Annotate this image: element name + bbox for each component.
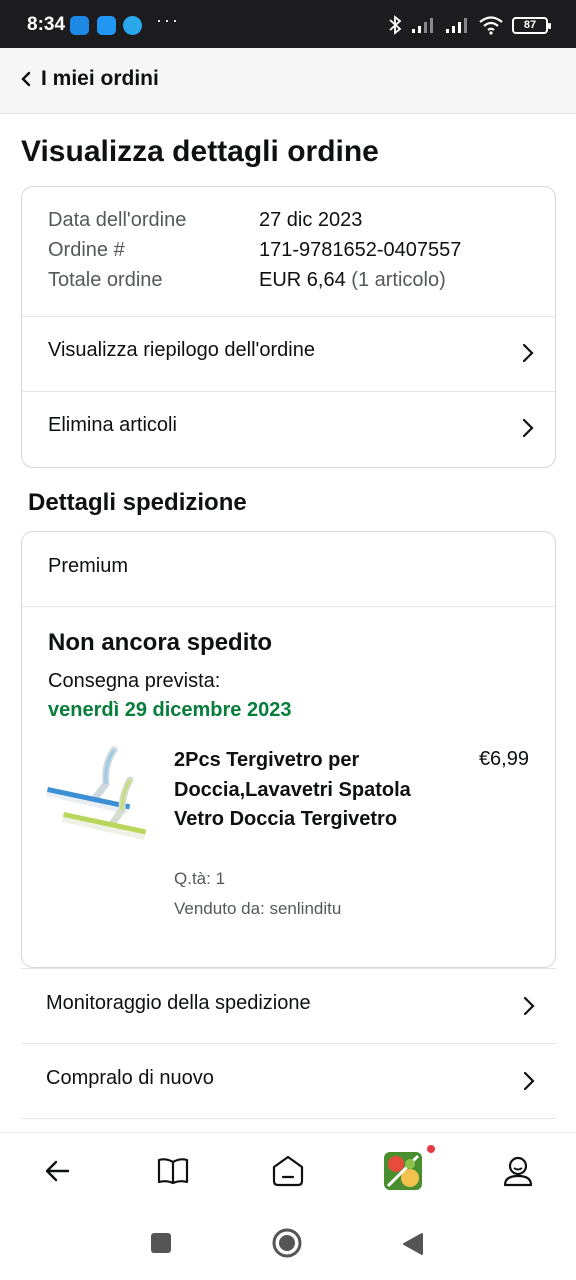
notification-dot (427, 1145, 435, 1153)
order-summary-card: Data dell'ordine 27 dic 2023 Ordine # 17… (21, 186, 556, 468)
clock: 8:34 (27, 14, 66, 35)
wifi-icon (479, 16, 503, 35)
signal-icon (412, 18, 433, 33)
order-total-label: Totale ordine (48, 269, 163, 291)
profile-icon[interactable] (500, 1153, 536, 1189)
bottom-app-nav (0, 1132, 576, 1210)
track-shipment-label: Monitoraggio della spedizione (46, 992, 311, 1014)
battery-icon: 87 (512, 16, 551, 34)
order-total-amount: EUR 6,64 (259, 269, 346, 291)
delivery-label: Consegna prevista: (48, 670, 221, 692)
status-bar: 8:34 ··· 87 (0, 0, 576, 48)
system-nav-bar (0, 1210, 576, 1280)
order-date-value: 27 dic 2023 (259, 209, 363, 231)
order-number-value: 171-9781652-0407557 (259, 239, 462, 261)
home-circle-icon[interactable] (272, 1228, 302, 1258)
buy-again-label: Compralo di nuovo (46, 1067, 214, 1089)
shipping-section-title: Dettagli spedizione (28, 489, 247, 516)
product-image[interactable] (46, 744, 148, 854)
product-seller: Venduto da: senlinditu (174, 899, 342, 918)
shipment-card: Premium Non ancora spedito Consegna prev… (21, 531, 556, 968)
chevron-left-icon[interactable] (18, 68, 34, 90)
bluetooth-icon (389, 15, 402, 35)
chevron-right-icon (522, 343, 534, 363)
order-number-label: Ordine # (48, 239, 125, 261)
delete-items-link[interactable]: Elimina articoli (22, 392, 555, 466)
signal-2-icon (446, 18, 467, 33)
order-total-value: EUR 6,64 (1 articolo) (259, 269, 446, 292)
divider (22, 606, 555, 607)
recents-square-icon[interactable] (150, 1232, 172, 1254)
nav-title-my-orders[interactable]: I miei ordini (41, 67, 159, 91)
divider (21, 1118, 556, 1132)
delete-items-label: Elimina articoli (48, 414, 177, 436)
chevron-right-icon (522, 418, 534, 438)
book-icon[interactable] (155, 1153, 191, 1189)
top-nav: I miei ordini (0, 48, 576, 114)
view-order-summary-label: Visualizza riepilogo dell'ordine (48, 339, 315, 361)
more-notifications-icon: ··· (156, 10, 180, 30)
delivery-date: venerdì 29 dicembre 2023 (48, 699, 292, 721)
view-order-summary-link[interactable]: Visualizza riepilogo dell'ordine (22, 317, 555, 391)
home-icon[interactable] (270, 1153, 306, 1189)
buy-again-row[interactable]: Compralo di nuovo (21, 1043, 556, 1118)
messenger-notification-icon (70, 16, 89, 35)
chat-notification-icon (97, 16, 116, 35)
shipping-service: Premium (48, 555, 129, 577)
back-arrow-icon[interactable] (40, 1153, 76, 1189)
product-quantity: Q.tà: 1 (174, 869, 226, 888)
product-name-link[interactable]: 2Pcs Tergivetro per Doccia,Lavavetri Spa… (174, 746, 444, 835)
chevron-right-icon (523, 996, 535, 1016)
back-triangle-icon[interactable] (402, 1232, 424, 1256)
page-title: Visualizza dettagli ordine (21, 135, 379, 168)
game-app-icon[interactable] (384, 1152, 422, 1190)
order-date-label: Data dell'ordine (48, 209, 187, 231)
order-item-count: (1 articolo) (351, 269, 446, 291)
product-price: €6,99 (478, 748, 529, 770)
track-shipment-row[interactable]: Monitoraggio della spedizione (21, 968, 556, 1043)
telegram-notification-icon (123, 16, 142, 35)
chevron-right-icon (523, 1071, 535, 1091)
shipment-status: Non ancora spedito (48, 629, 273, 656)
